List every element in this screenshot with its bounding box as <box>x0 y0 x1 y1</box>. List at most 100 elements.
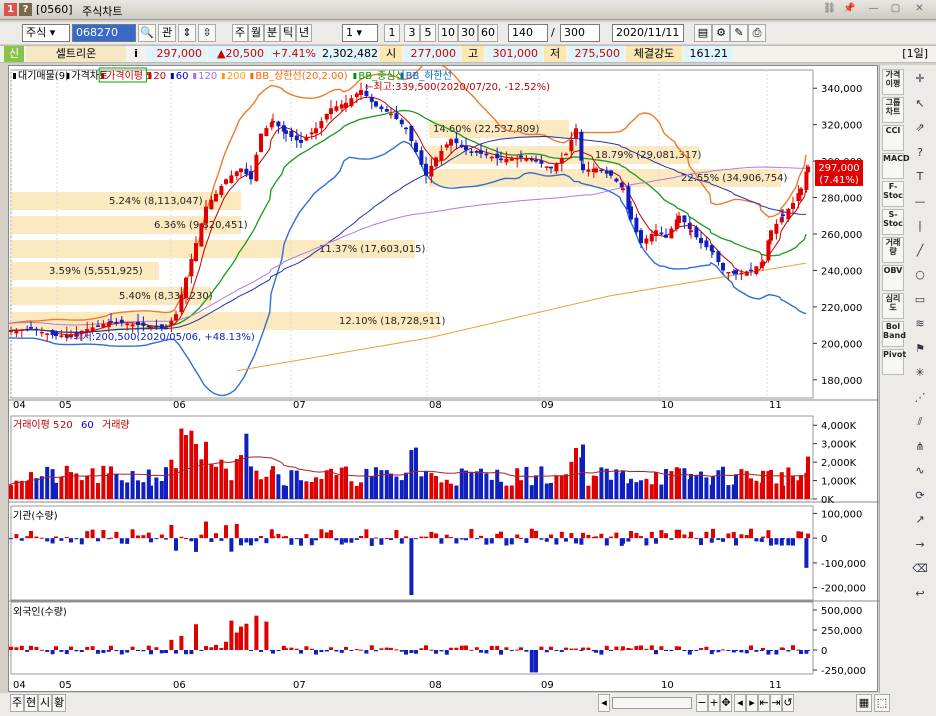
tools-icon[interactable]: ✎ <box>730 24 748 42</box>
diag-icon[interactable]: ╱ <box>909 241 931 261</box>
next-icon[interactable]: ▸ <box>746 694 758 712</box>
foreign-bar <box>569 648 574 650</box>
vline-icon[interactable]: | <box>909 216 931 236</box>
gann-icon[interactable]: ✳ <box>909 363 931 383</box>
scroll-track[interactable] <box>612 697 692 709</box>
volume-tick-label: 3,000K <box>821 440 857 451</box>
zoom-in-icon[interactable]: + <box>708 694 720 712</box>
chart-area[interactable]: 12.10% (18,728,911) 3.59% (5,551,925) 5.40… <box>8 61 879 693</box>
tab-market[interactable]: 시 <box>38 694 52 712</box>
minimize-button[interactable]: — <box>866 3 881 16</box>
speed-icon[interactable]: ⋰ <box>909 388 931 408</box>
bar-count-input[interactable]: 140 <box>508 24 548 42</box>
candle-body <box>524 158 529 161</box>
scroll-left[interactable]: ◂ <box>598 694 610 712</box>
period-month[interactable]: 월 <box>248 24 264 42</box>
undo-icon[interactable]: ↩ <box>909 584 931 604</box>
period-minute[interactable]: 분 <box>264 24 280 42</box>
candle-body <box>499 158 503 161</box>
hline-icon[interactable]: — <box>909 192 931 212</box>
volume-bar <box>164 467 168 499</box>
stepper-icon[interactable]: ⇕ <box>178 24 196 42</box>
sidebar-obv[interactable]: OBV <box>882 265 904 291</box>
sidebar-거래량[interactable]: 거래량 <box>882 237 904 263</box>
legend-swatch <box>221 73 225 79</box>
print-icon[interactable]: ⎙ <box>748 24 766 42</box>
help-icon[interactable]: ? <box>19 3 32 16</box>
date-select[interactable]: 2020/11/11 ▾ <box>612 24 684 55</box>
market-select[interactable]: 주식 ▾ <box>22 24 70 42</box>
interval-3[interactable]: 3 <box>404 24 420 42</box>
change-rate: +7.41% <box>270 46 320 62</box>
sidebar-그룹차트[interactable]: 그룹차트 <box>882 97 904 123</box>
sidebar-f-stoc[interactable]: F-Stoc <box>882 181 904 207</box>
andrew-icon[interactable]: ⫽ <box>909 412 931 432</box>
fib-icon[interactable]: ≋ <box>909 314 931 334</box>
cycle-icon[interactable]: ⟳ <box>909 486 931 506</box>
sidebar-cci[interactable]: CCI <box>882 125 904 151</box>
institution-bar <box>409 538 414 596</box>
interval-30[interactable]: 30 <box>458 24 478 42</box>
institution-bar <box>334 538 339 541</box>
foreign-bar <box>529 650 534 673</box>
code-input[interactable]: 068270 <box>72 24 136 42</box>
link-icon[interactable]: ⛓ <box>822 3 837 16</box>
interval-10[interactable]: 10 <box>438 24 458 42</box>
sidebar-macd[interactable]: MACD <box>882 153 910 179</box>
circle-icon[interactable]: ○ <box>909 265 931 285</box>
sidebar-가격이평[interactable]: 가격이평 <box>882 69 904 95</box>
sidebar-bol-band[interactable]: Bol Band <box>882 321 906 347</box>
volume-bar <box>19 480 24 499</box>
interval-1[interactable]: 1 <box>384 24 400 42</box>
candle-body <box>515 157 520 160</box>
expand-icon[interactable]: ⬚ <box>874 694 890 712</box>
sidebar-심리도[interactable]: 심리도 <box>882 293 904 319</box>
interval-5[interactable]: 5 <box>420 24 436 42</box>
settings-icon[interactable]: ⚙ <box>712 24 730 42</box>
cursor-icon[interactable]: ⇗ <box>909 118 931 138</box>
flag-icon[interactable]: ⚑ <box>909 339 931 359</box>
interval-60[interactable]: 60 <box>478 24 498 42</box>
info-icon[interactable]: i <box>128 46 144 62</box>
gwan-button[interactable]: 관 <box>158 24 176 42</box>
reset-icon[interactable]: ↺ <box>782 694 794 712</box>
period-year[interactable]: 년 <box>296 24 312 42</box>
save-icon[interactable]: ▤ <box>694 24 712 42</box>
volume-bar <box>234 458 239 499</box>
stepper2-icon[interactable]: ⇳ <box>198 24 216 42</box>
total-count-input[interactable]: 300 <box>560 24 600 42</box>
volume-bar <box>229 480 234 499</box>
sidebar-pivot[interactable]: Pivot <box>882 349 906 375</box>
end-icon[interactable]: ⇥ <box>770 694 782 712</box>
candle-body <box>9 330 13 333</box>
prev-icon[interactable]: ◂ <box>734 694 746 712</box>
layout-icon[interactable]: ▦ <box>856 694 872 712</box>
period-count-select[interactable]: 1 ▾ <box>342 24 378 42</box>
period-tick[interactable]: 틱 <box>280 24 296 42</box>
cross-icon[interactable]: ✛ <box>909 69 931 89</box>
arrow-icon[interactable]: → <box>909 535 931 555</box>
close-button[interactable]: ✕ <box>912 3 927 16</box>
rect-icon[interactable]: ▭ <box>909 290 931 310</box>
pin-icon[interactable]: 📌 <box>842 3 857 16</box>
move-icon[interactable]: ✥ <box>720 694 732 712</box>
search-button[interactable]: 🔍 <box>138 24 156 42</box>
question-icon[interactable]: ? <box>909 143 931 163</box>
tab-week[interactable]: 주 <box>10 694 24 712</box>
tab-current[interactable]: 현 <box>24 694 38 712</box>
wave-icon[interactable]: ∿ <box>909 461 931 481</box>
maximize-button[interactable]: ▢ <box>888 3 903 16</box>
sidebar-s-stoc[interactable]: S-Stoc <box>882 209 904 235</box>
chart-svg[interactable]: 12.10% (18,728,911) 3.59% (5,551,925) 5.40… <box>8 61 879 693</box>
erase-icon[interactable]: ⌫ <box>909 559 931 579</box>
pitch-icon[interactable]: ⋔ <box>909 437 931 457</box>
trend-icon[interactable]: ↗ <box>909 510 931 530</box>
volume-bar <box>209 464 214 499</box>
period-day[interactable]: 주 <box>232 24 248 42</box>
text-icon[interactable]: T <box>909 167 931 187</box>
volume-bar <box>324 470 329 499</box>
tab-status[interactable]: 황 <box>52 694 66 712</box>
home-icon[interactable]: ⇤ <box>758 694 770 712</box>
zoom-out-icon[interactable]: − <box>696 694 708 712</box>
pointer-icon[interactable]: ↖ <box>909 94 931 114</box>
